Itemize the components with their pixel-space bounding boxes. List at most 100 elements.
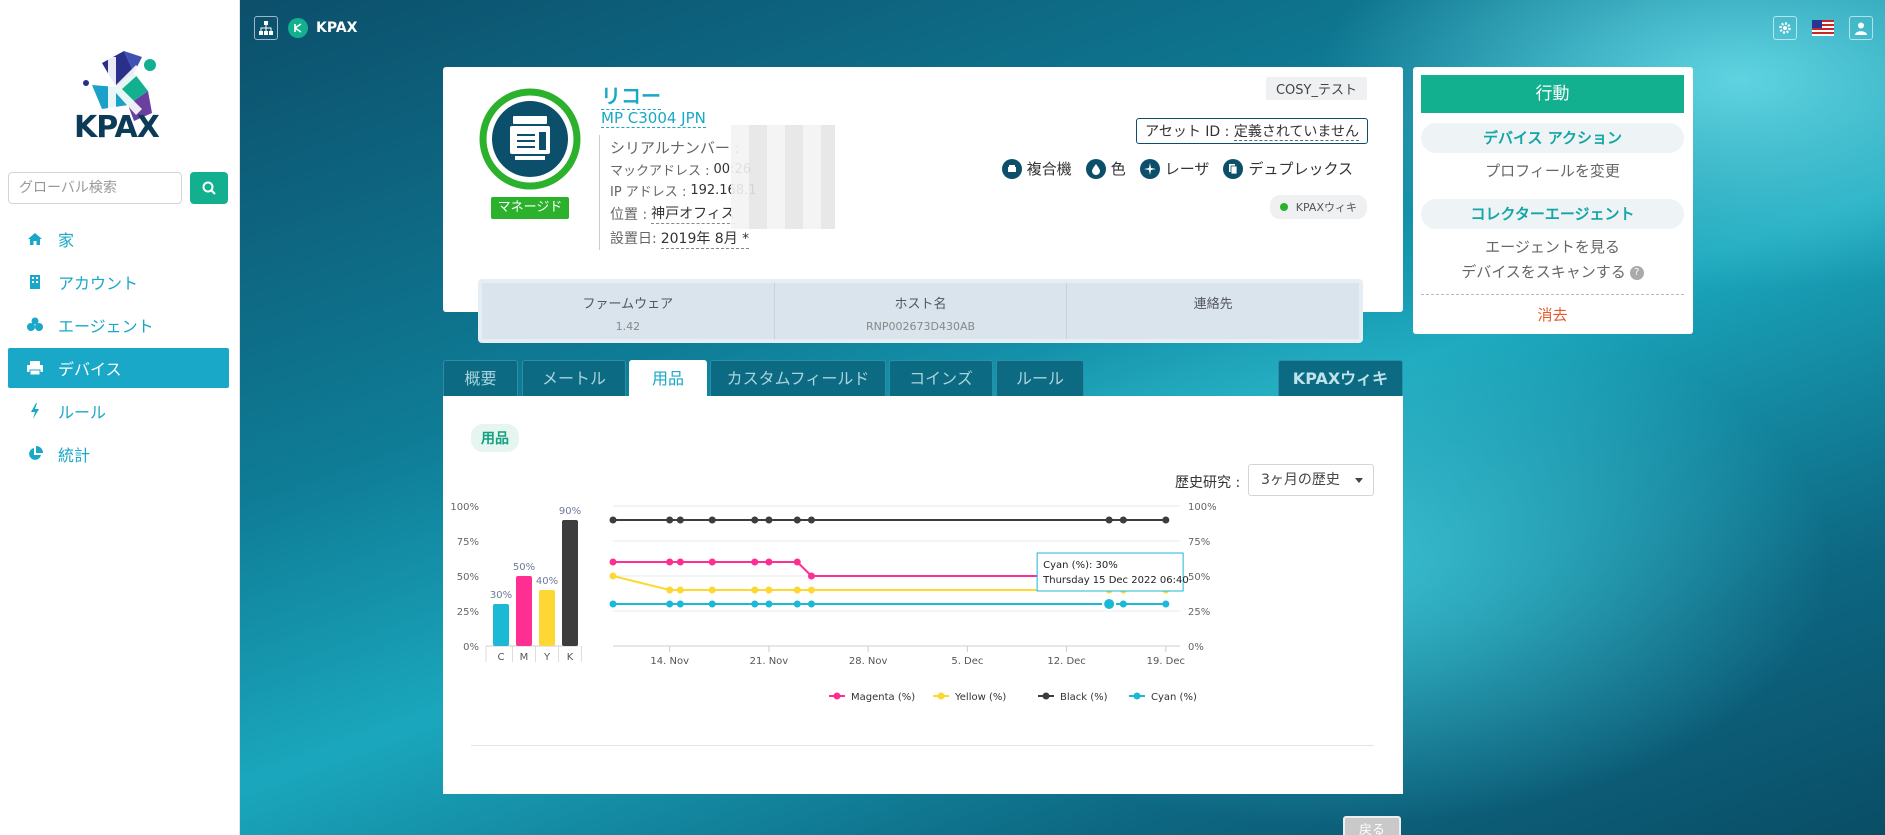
device-actions-section: デバイス アクション bbox=[1421, 123, 1684, 153]
history-range-select[interactable]: 3ヶ月の歴史 bbox=[1248, 464, 1374, 496]
sitemap-icon bbox=[259, 21, 273, 35]
legend-swatch-dot bbox=[833, 692, 841, 700]
sidebar-item-statistics[interactable]: 統計 bbox=[8, 434, 229, 474]
data-point bbox=[666, 600, 674, 608]
spec-label: ホスト名 bbox=[894, 297, 947, 312]
tab-meters[interactable]: メートル bbox=[522, 360, 626, 396]
home-icon bbox=[24, 232, 46, 246]
history-selected-value: 3ヶ月の歴史 bbox=[1261, 472, 1340, 488]
install-label: 設置日: bbox=[610, 231, 657, 247]
device-summary-card: マネージド リコー MP C3004 JPN シリアルナンバー : マックアドレ… bbox=[443, 67, 1403, 343]
search-button[interactable] bbox=[190, 172, 228, 204]
managed-status-badge: マネージド bbox=[491, 197, 569, 219]
data-point bbox=[807, 572, 815, 580]
collector-agent-section: コレクターエージェント bbox=[1421, 199, 1684, 229]
delete-link[interactable]: 消去 bbox=[1421, 304, 1684, 325]
sidebar-nav: 家 アカウント エージェント デバイス ルール 統計 bbox=[8, 219, 229, 477]
device-tag-badge[interactable]: COSY_テスト bbox=[1265, 77, 1367, 100]
device-spec-strip: ファームウェア 1.42 ホスト名 RNP002673D430AB 連絡先 bbox=[478, 279, 1363, 343]
bar-category-label: Y bbox=[543, 652, 551, 663]
history-label: 歴史研究 : bbox=[1175, 475, 1241, 491]
sidebar-item-home[interactable]: 家 bbox=[8, 219, 229, 259]
divider bbox=[471, 745, 1374, 746]
legend-item-label: Yellow (%) bbox=[954, 692, 1006, 703]
data-point bbox=[793, 600, 801, 608]
data-point bbox=[751, 558, 759, 566]
kpax-wiki-label: KPAXウィキ bbox=[1295, 201, 1357, 214]
device-model-link[interactable]: MP C3004 JPN bbox=[601, 109, 706, 128]
tab-overview[interactable]: 概要 bbox=[443, 360, 518, 396]
data-point bbox=[1119, 516, 1127, 524]
tab-custom-fields[interactable]: カスタムフィールド bbox=[710, 360, 886, 396]
install-date-value[interactable]: 2019年 8月 * bbox=[660, 228, 750, 249]
sidebar-item-devices[interactable]: デバイス bbox=[8, 348, 229, 388]
back-button[interactable]: 戻る bbox=[1343, 816, 1401, 835]
data-point bbox=[765, 600, 773, 608]
top-bar-left: KPAX bbox=[254, 16, 357, 40]
hovered-point bbox=[1102, 597, 1117, 611]
logo-wordmark: KPAX bbox=[74, 110, 160, 145]
bar-category-label: C bbox=[498, 652, 505, 663]
user-menu-button[interactable] bbox=[1849, 16, 1873, 40]
sidebar-item-label: エージェント bbox=[58, 317, 154, 336]
data-point bbox=[1162, 516, 1170, 524]
tab-coins[interactable]: コインズ bbox=[889, 360, 993, 396]
x-tick-label: 14. Nov bbox=[650, 656, 689, 667]
legend-item-label: Cyan (%) bbox=[1151, 692, 1197, 703]
asset-id-label: アセット ID : bbox=[1145, 124, 1234, 140]
status-dot-icon bbox=[1279, 203, 1288, 211]
bar-y-tick-label: 50% bbox=[457, 572, 479, 583]
data-point bbox=[708, 558, 716, 566]
sidebar-item-rules[interactable]: ルール bbox=[8, 391, 229, 431]
sidebar-item-label: ルール bbox=[58, 403, 107, 422]
view-agent-link[interactable]: エージェントを見る bbox=[1421, 236, 1684, 257]
change-profile-link[interactable]: プロフィールを変更 bbox=[1421, 160, 1684, 181]
asset-id-box[interactable]: アセット ID : 定義されていません bbox=[1136, 118, 1368, 144]
capability-laser: レーザ bbox=[1139, 158, 1210, 179]
line-y-tick-label: 50% bbox=[1188, 572, 1210, 583]
data-point bbox=[676, 586, 684, 594]
tab-supplies[interactable]: 用品 bbox=[629, 360, 707, 396]
bar-data-label: 50% bbox=[513, 562, 535, 573]
sitemap-button[interactable] bbox=[254, 16, 278, 40]
data-point bbox=[676, 558, 684, 566]
data-point bbox=[765, 558, 773, 566]
data-point bbox=[609, 516, 617, 524]
capability-mfp: 複合機 bbox=[1001, 158, 1072, 179]
data-point bbox=[708, 600, 716, 608]
data-point bbox=[751, 586, 759, 594]
redacted-area bbox=[731, 125, 835, 229]
bar-y-tick-label: 25% bbox=[457, 607, 479, 618]
capability-label: 色 bbox=[1110, 160, 1126, 178]
sidebar-item-agents[interactable]: エージェント bbox=[8, 305, 229, 345]
bar-category-label: M bbox=[520, 652, 529, 663]
location-value[interactable]: 神戸オフィス bbox=[651, 203, 735, 224]
mfp-printer-icon bbox=[510, 116, 550, 160]
device-tabs: 概要 メートル 用品 カスタムフィールド コインズ ルール KPAXウィキ bbox=[443, 360, 1403, 396]
bar-M bbox=[516, 576, 532, 646]
help-icon[interactable]: ? bbox=[1629, 265, 1644, 280]
data-point bbox=[751, 516, 759, 524]
global-search-input[interactable] bbox=[8, 172, 182, 204]
capability-duplex: デュプレックス bbox=[1223, 158, 1353, 179]
capability-label: レーザ bbox=[1164, 160, 1210, 178]
data-point bbox=[609, 558, 617, 566]
capability-label: 複合機 bbox=[1026, 160, 1072, 178]
supplies-chart: 0% 25% 50% 75% 100% 30% C 50% M 40% Y 90% K 0% 25% 50% 7… bbox=[450, 502, 1216, 703]
scan-device-link[interactable]: デバイスをスキャンする bbox=[1461, 263, 1626, 281]
sidebar-item-label: 家 bbox=[58, 231, 75, 250]
bolt-icon bbox=[24, 403, 46, 419]
kpax-wiki-badge[interactable]: KPAXウィキ bbox=[1269, 195, 1367, 219]
supplies-content: 用品 歴史研究 : 3ヶ月の歴史 0% 25% 50% 75% 100% 30% C 50% M… bbox=[443, 396, 1403, 794]
bar-y-tick-label: 75% bbox=[457, 537, 479, 548]
legend-swatch-dot bbox=[1042, 692, 1050, 700]
device-brand-link[interactable]: リコー bbox=[601, 80, 661, 110]
bar-Y bbox=[539, 590, 555, 646]
sidebar-item-accounts[interactable]: アカウント bbox=[8, 262, 229, 302]
settings-button[interactable] bbox=[1773, 16, 1797, 40]
language-button[interactable] bbox=[1811, 16, 1835, 40]
tab-rules[interactable]: ルール bbox=[996, 360, 1084, 396]
tab-kpax-wiki[interactable]: KPAXウィキ bbox=[1278, 360, 1403, 396]
data-point bbox=[1105, 516, 1113, 524]
data-point bbox=[765, 586, 773, 594]
